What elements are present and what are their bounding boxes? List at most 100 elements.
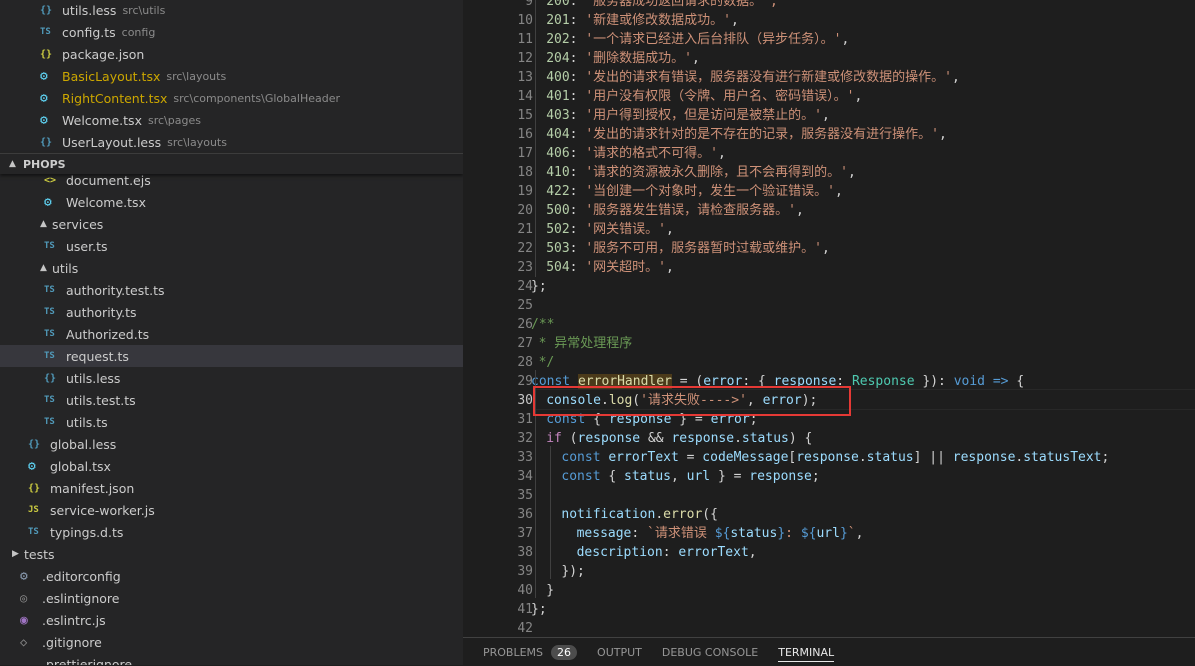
file-name: document.ejs	[66, 172, 151, 188]
section-header-phops[interactable]: ▲ PHOPS	[0, 153, 463, 174]
tree-item[interactable]: {} utils.less	[0, 367, 463, 389]
less-file-icon: {}	[44, 372, 57, 384]
file-name: .eslintignore	[42, 590, 120, 606]
line-number: 20	[517, 203, 533, 218]
section-title: PHOPS	[23, 157, 66, 171]
tree-item[interactable]: TS authority.ts	[0, 301, 463, 323]
code-token: 204	[546, 51, 570, 66]
code-token: 502	[546, 222, 570, 237]
file-name: RightContent.tsx	[62, 90, 168, 106]
tree-item[interactable]: ⚙ Welcome.tsx	[0, 191, 463, 213]
line-number: 22	[517, 241, 533, 256]
code-token: (	[569, 431, 578, 446]
code-text: 503: '服务不可用，服务器暂时过载或维护。',	[531, 239, 830, 258]
code-token: };	[531, 602, 547, 617]
code-token: ,	[821, 241, 830, 256]
javascript-file-icon: JS	[28, 505, 39, 515]
tree-item[interactable]: TS authority.test.ts	[0, 279, 463, 301]
bottom-panel-tabs: PROBLEMS 26 OUTPUT DEBUG CONSOLE TERMINA…	[463, 637, 1195, 666]
file-name: .eslintrc.js	[42, 612, 106, 628]
open-editor-item[interactable]: ⚙ Welcome.tsx src\pages	[0, 109, 463, 131]
tree-item[interactable]: ⚙ global.tsx	[0, 455, 463, 477]
code-token: :	[569, 108, 586, 123]
tree-item[interactable]: TS typings.d.ts	[0, 521, 463, 543]
tree-item[interactable]: ▲ utils	[0, 257, 463, 279]
open-editor-item[interactable]: ⚙BasicLayout.tsxsrc\layouts1	[0, 65, 463, 87]
file-name: config.ts	[62, 24, 116, 40]
line-number: 12	[517, 51, 533, 66]
code-token: '请求的资源被永久删除，且不会再得到的。'	[585, 165, 848, 180]
line-number: 13	[517, 70, 533, 85]
tree-item[interactable]: TS request.ts	[0, 345, 463, 367]
tree-item[interactable]: ▶ tests	[0, 543, 463, 565]
code-token: response	[671, 431, 735, 446]
code-token: status	[866, 450, 914, 465]
file-name: Welcome.tsx	[62, 112, 142, 128]
code-token: ,	[841, 32, 850, 47]
file-name: global.less	[50, 436, 117, 452]
tab-debug-console[interactable]: DEBUG CONSOLE	[662, 646, 758, 659]
line-number: 17	[517, 146, 533, 161]
ejs-file-icon: <>	[44, 174, 57, 186]
tree-item[interactable]: ◉ .eslintrc.js	[0, 609, 463, 631]
code-editor[interactable]: 9 200: '服务器成功返回请求的数据。', 10 201: '新建或修改数据成功。…	[463, 0, 1195, 637]
code-text: 504: '网关超时。',	[531, 258, 674, 277]
tree-item[interactable]: .prettierignore	[0, 653, 463, 666]
code-token: .	[858, 450, 867, 465]
tree-item[interactable]: TS Authorized.ts	[0, 323, 463, 345]
tree-item[interactable]: ⚙ .editorconfig	[0, 565, 463, 587]
open-editor-item[interactable]: {} package.json	[0, 43, 463, 65]
tree-item[interactable]: TS user.ts	[0, 235, 463, 257]
code-token: */	[538, 355, 555, 370]
code-token: :	[569, 146, 586, 161]
code-token: 400	[546, 70, 570, 85]
tree-item[interactable]: ▲ services	[0, 213, 463, 235]
open-editor-item[interactable]: {} UserLayout.less src\layouts	[0, 131, 463, 153]
file-name: utils.ts	[66, 414, 108, 430]
annotation-highlight-box	[533, 386, 851, 416]
code-token: ${	[800, 526, 817, 541]
code-text: 406: '请求的格式不可得。',	[531, 144, 726, 163]
code-text: });	[531, 562, 584, 581]
code-token: response	[796, 450, 859, 465]
code-token: if	[546, 431, 570, 446]
code-token: 401	[546, 89, 570, 104]
tab-problems[interactable]: PROBLEMS 26	[483, 644, 578, 660]
code-token: ,	[951, 70, 960, 85]
tab-output[interactable]: OUTPUT	[597, 646, 642, 659]
code-line: 38 description: errorText,	[463, 543, 1195, 562]
tree-item[interactable]: {} global.less	[0, 433, 463, 455]
code-line: 39});	[463, 562, 1195, 581]
open-editor-item[interactable]: TS config.ts config	[0, 21, 463, 43]
code-token: const	[561, 450, 609, 465]
tree-item[interactable]: {} manifest.json	[0, 477, 463, 499]
code-token: :	[569, 127, 586, 142]
file-name: manifest.json	[50, 480, 135, 496]
open-editor-item[interactable]: {} utils.less src\utils	[0, 0, 463, 21]
typescript-file-icon: TS	[28, 527, 39, 537]
tab-terminal[interactable]: TERMINAL	[778, 646, 835, 662]
code-token: const	[561, 469, 609, 484]
tree-item[interactable]: TS utils.ts	[0, 411, 463, 433]
code-text: /**	[531, 315, 554, 334]
code-token: ,	[938, 127, 947, 142]
tree-item[interactable]: ◎ .eslintignore	[0, 587, 463, 609]
code-token: '删除数据成功。'	[585, 51, 692, 66]
code-token: '用户没有权限（令牌、用户名、密码错误）。'	[585, 89, 855, 104]
file-name: global.tsx	[50, 458, 111, 474]
code-text: const { status, url } = response;	[531, 467, 820, 486]
tree-item[interactable]: JS service-worker.js	[0, 499, 463, 521]
code-token: ,	[847, 165, 856, 180]
code-token: response	[577, 431, 641, 446]
tree-item[interactable]: TS utils.test.ts	[0, 389, 463, 411]
code-token: :	[569, 13, 586, 28]
code-token: ,	[730, 13, 739, 28]
code-line: 26/**	[463, 315, 1195, 334]
code-token: '当创建一个对象时，发生一个验证错误。'	[585, 184, 835, 199]
open-editor-item[interactable]: ⚙ RightContent.tsx src\components\GlobalHe…	[0, 87, 463, 109]
code-line: 18 410: '请求的资源被永久删除，且不会再得到的。',	[463, 163, 1195, 182]
file-name: Authorized.ts	[66, 326, 150, 342]
tree-item[interactable]: ◇ .gitignore	[0, 631, 463, 653]
code-token: ;	[811, 469, 820, 484]
line-number: 18	[517, 165, 533, 180]
